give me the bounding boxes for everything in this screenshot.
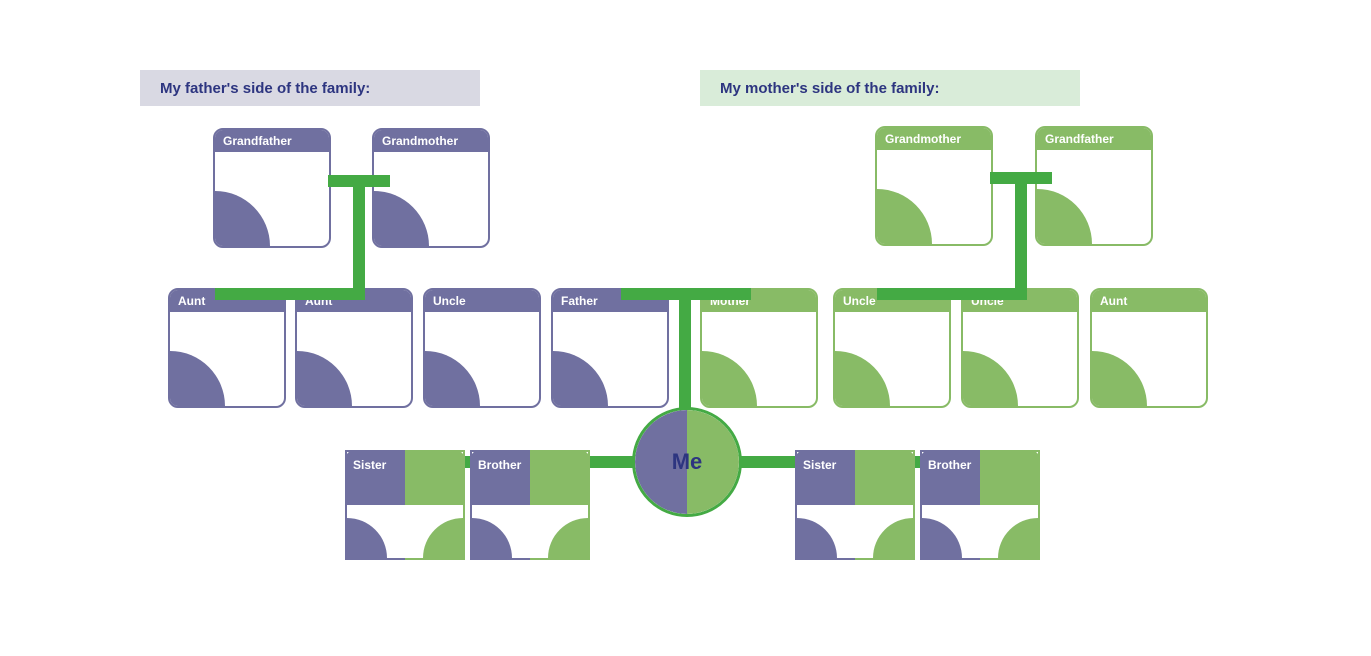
paternal-grandmother-label: Grandmother: [374, 130, 488, 152]
mother-side-title: My mother's side of the family:: [720, 80, 939, 97]
mother-arc: [702, 351, 757, 406]
sister-left-label: Sister: [353, 458, 386, 472]
me-label: Me: [672, 449, 703, 475]
brother-left-card: Brother: [470, 450, 590, 560]
paternal-grandmother-card: Grandmother: [372, 128, 490, 248]
page: My father's side of the family: My mothe…: [0, 0, 1371, 656]
uncle1-arc: [425, 351, 480, 406]
maternal-grandmother-card: Grandmother: [875, 126, 993, 246]
sister-left-card: Sister: [345, 450, 465, 560]
brother-right-card: Brother: [920, 450, 1040, 560]
paternal-grandmother-arc: [374, 191, 429, 246]
maternal-grandfather-card: Grandfather: [1035, 126, 1153, 246]
left-me-connector: [590, 456, 638, 468]
me-circle: Me: [632, 407, 742, 517]
maternal-parent-h-connector: [877, 288, 1027, 300]
aunt3-card: Aunt: [1090, 288, 1208, 408]
paternal-grandfather-label: Grandfather: [215, 130, 329, 152]
father-arc: [553, 351, 608, 406]
paternal-grandfather-arc: [215, 191, 270, 246]
uncle1-card: Uncle: [423, 288, 541, 408]
aunt3-arc: [1092, 351, 1147, 406]
paternal-parent-h-connector: [215, 288, 365, 300]
aunt3-label: Aunt: [1092, 290, 1206, 312]
maternal-gp-v-connector: [1015, 172, 1027, 292]
maternal-grandfather-arc: [1037, 189, 1092, 244]
father-card: Father: [551, 288, 669, 408]
paternal-grandfather-card: Grandfather: [213, 128, 331, 248]
uncle2-card: Uncle: [833, 288, 951, 408]
maternal-grandmother-label: Grandmother: [877, 128, 991, 150]
brother-right-label: Brother: [928, 458, 971, 472]
aunt2-arc: [297, 351, 352, 406]
maternal-grandmother-arc: [877, 189, 932, 244]
uncle3-arc: [963, 351, 1018, 406]
brother-left-label: Brother: [478, 458, 521, 472]
aunt2-card: Aunt: [295, 288, 413, 408]
mother-card: Mother: [700, 288, 818, 408]
right-me-connector: [740, 456, 795, 468]
mother-side-banner: My mother's side of the family:: [700, 70, 1080, 106]
maternal-grandfather-label: Grandfather: [1037, 128, 1151, 150]
sister-right-label: Sister: [803, 458, 836, 472]
aunt1-card: Aunt: [168, 288, 286, 408]
father-side-title: My father's side of the family:: [160, 80, 370, 97]
uncle3-card: Uncle: [961, 288, 1079, 408]
sister-right-card: Sister: [795, 450, 915, 560]
uncle2-arc: [835, 351, 890, 406]
uncle1-label: Uncle: [425, 290, 539, 312]
father-side-banner: My father's side of the family:: [140, 70, 480, 106]
aunt1-arc: [170, 351, 225, 406]
paternal-gp-v-connector: [353, 175, 365, 295]
